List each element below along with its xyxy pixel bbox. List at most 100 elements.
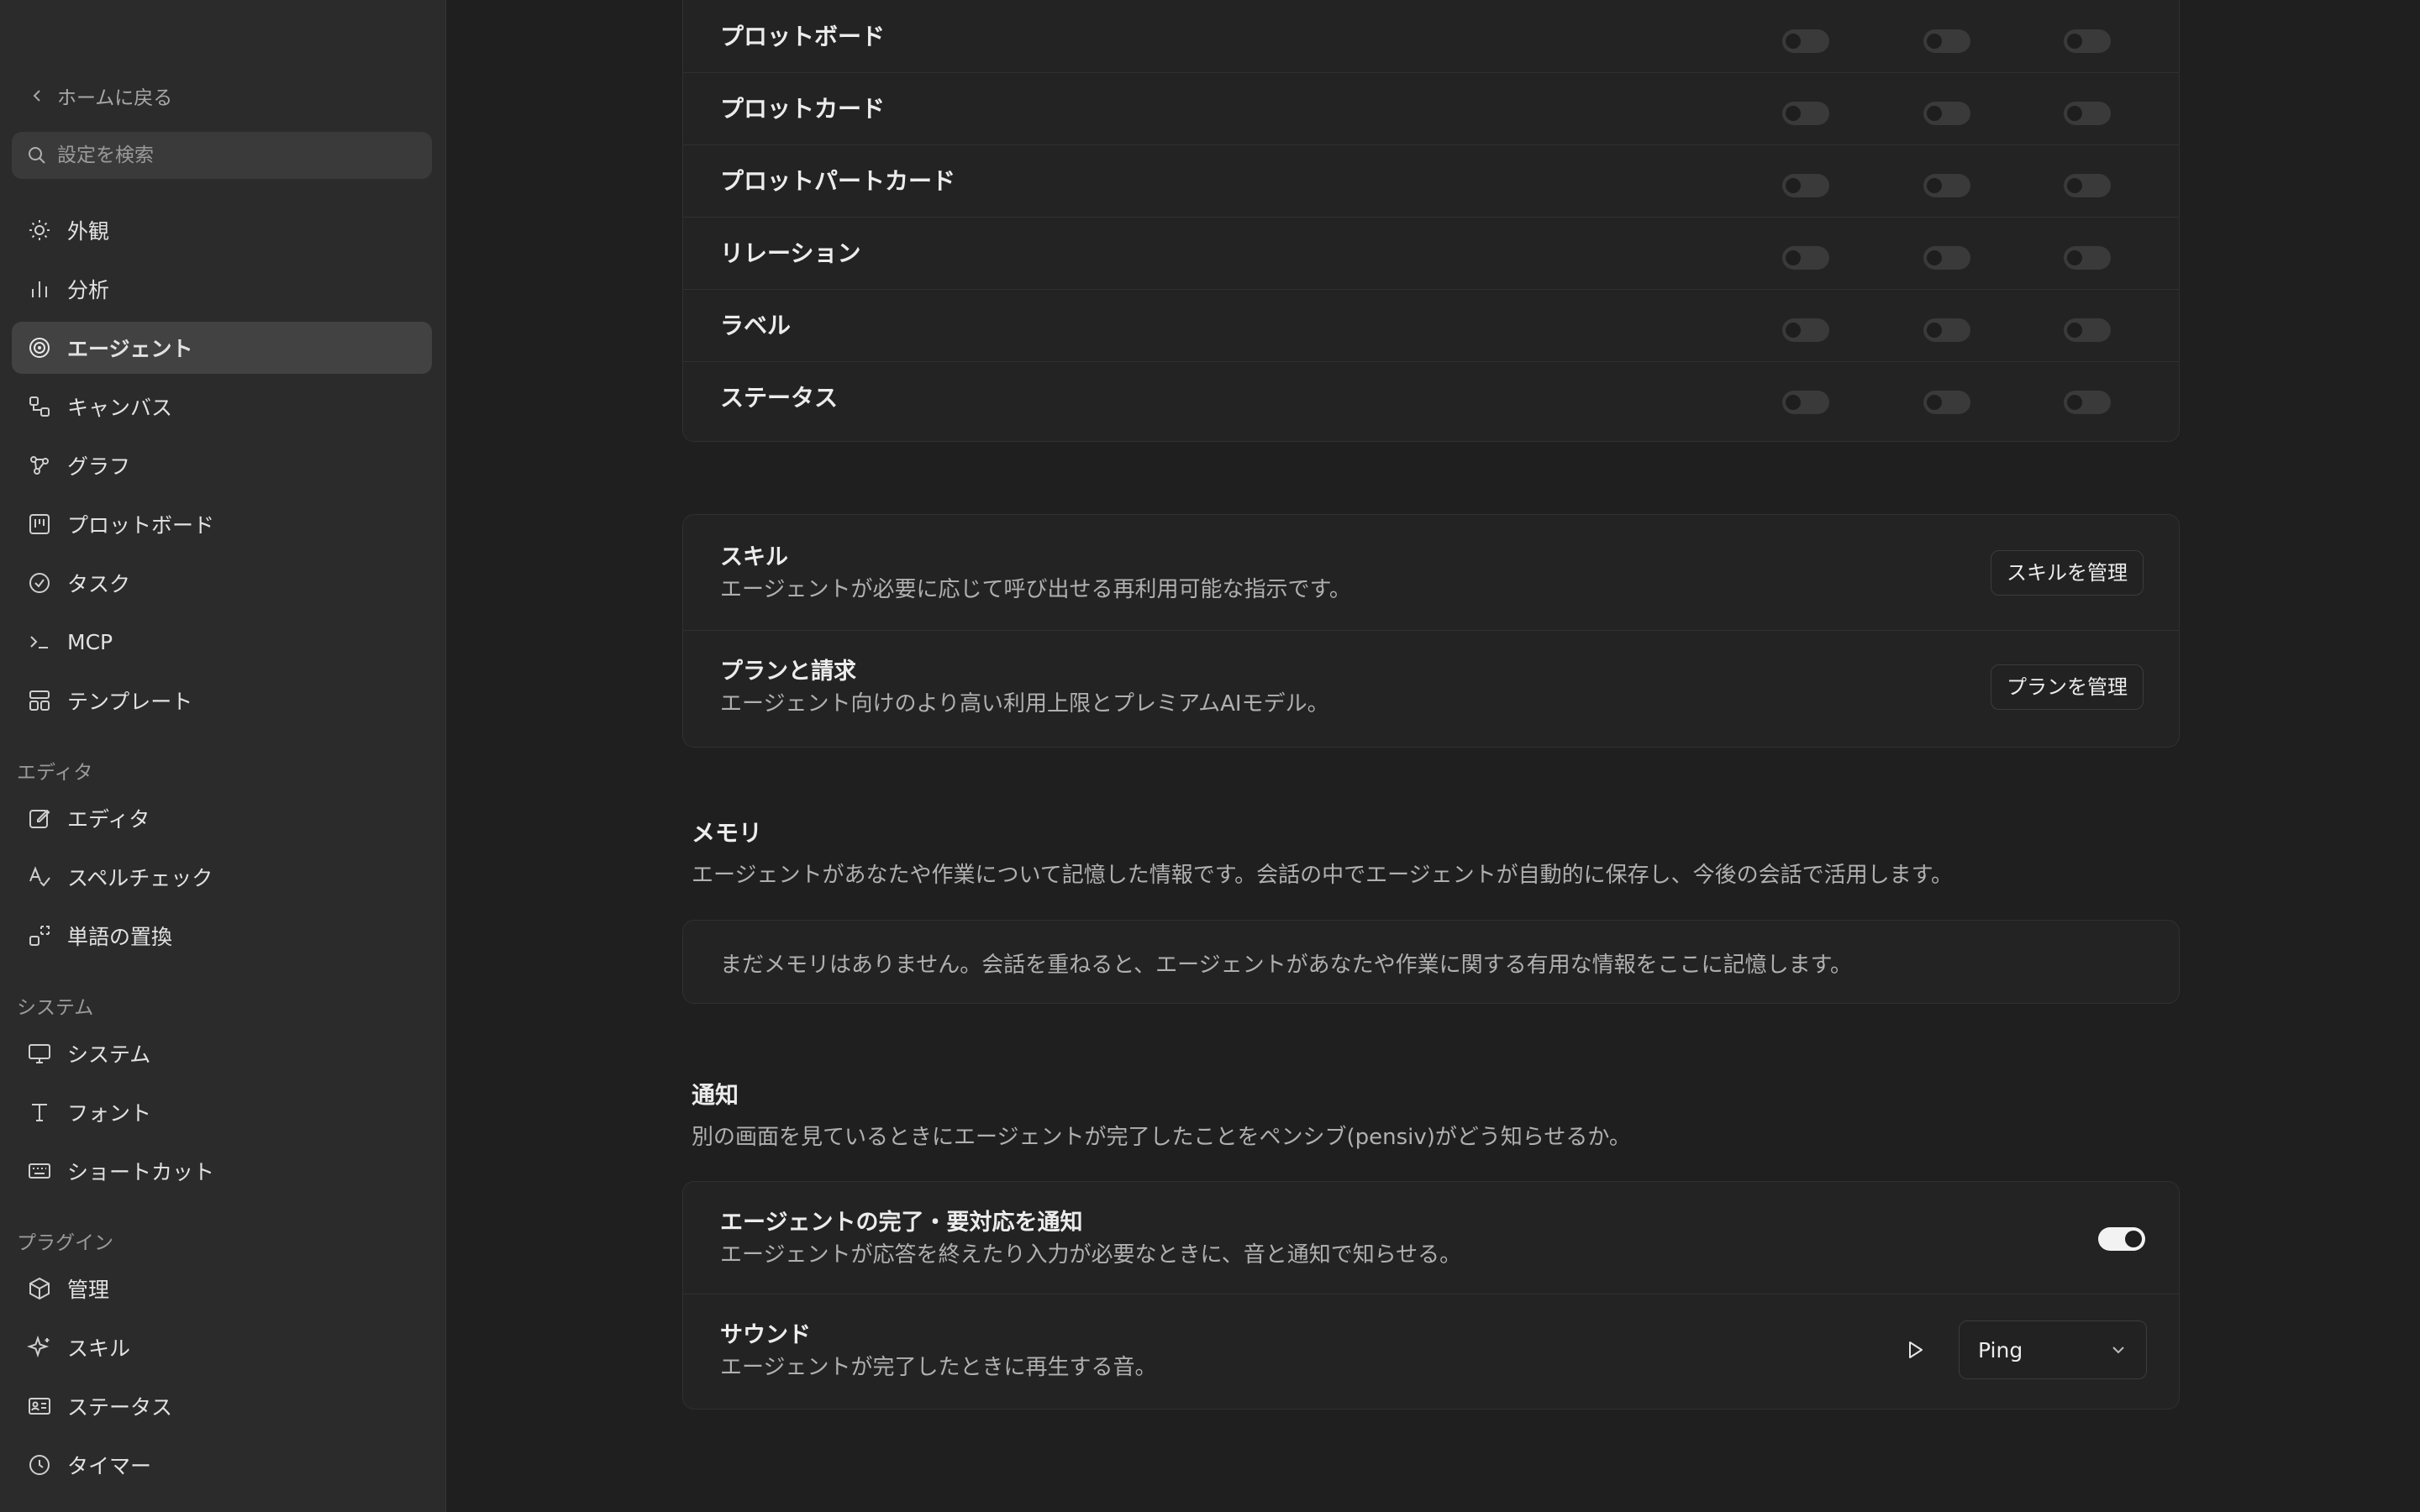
memory-empty-text: まだメモリはありません。会話を重ねると、エージェントがあなたや作業に関する有用な… (720, 953, 1853, 978)
permission-toggle[interactable] (2064, 102, 2111, 125)
sidebar-item-label: タイマー (67, 1454, 152, 1478)
sidebar-item-mcp[interactable]: MCP (12, 616, 432, 668)
plan-description: エージェント向けのより高い利用上限とプレミアムAIモデル。 (720, 691, 1329, 717)
sidebar-item-label: 外観 (67, 219, 110, 244)
plan-title: プランと請求 (720, 659, 856, 685)
notifications-title: 通知 (692, 1081, 739, 1109)
template-icon (29, 690, 50, 711)
sidebar-item-editor[interactable]: エディタ (12, 792, 432, 844)
memory-description: エージェントがあなたや作業について記憶した情報です。会話の中でエージェントが自動… (692, 863, 1953, 888)
permission-toggle[interactable] (2064, 391, 2111, 414)
back-label: ホームに戻る (57, 87, 173, 109)
skills-plan-card: スキル エージェントが必要に応じて呼び出せる再利用可能な指示です。 スキルを管理… (682, 514, 2180, 748)
permission-toggle[interactable] (1782, 29, 1829, 53)
chevron-left-icon (33, 90, 40, 102)
sidebar-item-templates[interactable]: テンプレート (12, 675, 432, 727)
sidebar-item-status[interactable]: ステータス (12, 1380, 432, 1432)
permission-row: ステータス (683, 362, 2179, 434)
permission-toggle[interactable] (1923, 246, 1970, 270)
play-icon[interactable] (1903, 1338, 1927, 1362)
permission-label: プロットカード (720, 95, 886, 123)
keyboard-icon (29, 1163, 50, 1179)
notifications-card: エージェントの完了・要対応を通知 エージェントが応答を終えたり入力が必要なときに… (682, 1181, 2180, 1410)
sidebar-item-canvas[interactable]: キャンバス (12, 381, 432, 433)
memory-card: まだメモリはありません。会話を重ねると、エージェントがあなたや作業に関する有用な… (682, 920, 2180, 1004)
sidebar-item-manage[interactable]: 管理 (12, 1263, 432, 1315)
permission-toggle[interactable] (1782, 246, 1829, 270)
sound-row: サウンド エージェントが完了したときに再生する音。 Ping (683, 1294, 2179, 1409)
monitor-icon (29, 1044, 50, 1063)
sidebar-item-label: プロットボード (67, 513, 215, 538)
permission-row: プロットボード (683, 1, 2179, 73)
permission-toggle[interactable] (2064, 29, 2111, 53)
permission-row: プロットカード (683, 73, 2179, 145)
permission-row: プロットパートカード (683, 145, 2179, 218)
notify-description: エージェントが応答を終えたり入力が必要なときに、音と通知で知らせる。 (720, 1242, 1462, 1268)
sidebar-item-agent[interactable]: エージェント (12, 322, 432, 374)
permission-row: リレーション (683, 218, 2179, 290)
permission-label: リレーション (720, 239, 861, 267)
sidebar-item-analytics[interactable]: 分析 (12, 263, 432, 315)
spellcheck-icon (29, 866, 50, 887)
check-circle-icon (29, 573, 50, 593)
sound-select[interactable]: Ping (1959, 1320, 2147, 1379)
settings-search[interactable] (12, 132, 432, 179)
sparkle-icon (27, 1335, 50, 1358)
sidebar-item-skills[interactable]: スキル (12, 1321, 432, 1373)
sidebar-item-plotboard[interactable]: プロットボード (12, 498, 432, 550)
notify-toggle[interactable] (2098, 1227, 2145, 1251)
sidebar: ホームに戻る 外観 分析 エージェント キャンバス グラフ プロットボード タス… (0, 0, 446, 1512)
sidebar-item-system[interactable]: システム (12, 1027, 432, 1079)
sidebar-item-spellcheck[interactable]: スペルチェック (12, 851, 432, 903)
sound-description: エージェントが完了したときに再生する音。 (720, 1355, 1157, 1380)
permission-toggle[interactable] (1923, 29, 1970, 53)
permission-label: プロットボード (720, 23, 886, 50)
permission-toggle[interactable] (1782, 174, 1829, 197)
sound-select-value: Ping (1978, 1337, 2023, 1362)
sidebar-item-label: MCP (67, 629, 113, 654)
sidebar-item-word-replace[interactable]: 単語の置換 (12, 910, 432, 962)
skills-row: スキル エージェントが必要に応じて呼び出せる再利用可能な指示です。 スキルを管理 (683, 515, 2179, 631)
sidebar-item-label: スキル (67, 1336, 131, 1361)
sidebar-item-graph[interactable]: グラフ (12, 439, 432, 491)
permission-toggle[interactable] (1923, 174, 1970, 197)
permission-toggle[interactable] (1923, 318, 1970, 342)
permission-toggle[interactable] (1923, 102, 1970, 125)
notify-title: エージェントの完了・要対応を通知 (720, 1210, 1083, 1236)
sidebar-item-label: スペルチェック (67, 866, 213, 890)
permission-toggle[interactable] (1782, 318, 1829, 342)
skills-title: スキル (720, 544, 788, 570)
permission-toggle[interactable] (1782, 391, 1829, 414)
font-icon (32, 1104, 47, 1121)
back-to-home-link[interactable]: ホームに戻る (29, 81, 172, 111)
package-icon (29, 1277, 50, 1300)
permission-toggle[interactable] (1782, 102, 1829, 125)
search-input[interactable] (57, 144, 410, 166)
permission-row: ラベル (683, 290, 2179, 362)
group-label-system: システム (17, 997, 94, 1019)
board-icon (29, 514, 50, 534)
permission-label: ステータス (720, 384, 839, 412)
sidebar-item-label: エージェント (67, 337, 193, 361)
manage-skills-button[interactable]: スキルを管理 (1991, 550, 2144, 596)
sidebar-item-timer[interactable]: タイマー (12, 1439, 432, 1491)
sidebar-item-tasks[interactable]: タスク (12, 557, 432, 609)
sidebar-item-font[interactable]: フォント (12, 1086, 432, 1138)
permission-toggle[interactable] (2064, 318, 2111, 342)
terminal-icon (30, 636, 48, 648)
sidebar-item-appearance[interactable]: 外観 (12, 204, 432, 256)
canvas-icon (29, 396, 50, 417)
sidebar-item-label: グラフ (67, 454, 131, 479)
memory-title: メモリ (692, 819, 763, 847)
manage-plan-button[interactable]: プランを管理 (1991, 664, 2144, 710)
permission-toggle[interactable] (2064, 174, 2111, 197)
sidebar-item-label: 分析 (67, 278, 110, 302)
edit-icon (29, 809, 50, 828)
notifications-description: 別の画面を見ているときにエージェントが完了したことをペンシブ(pensiv)がど… (692, 1125, 1631, 1150)
permission-toggle[interactable] (1923, 391, 1970, 414)
sidebar-item-shortcuts[interactable]: ショートカット (12, 1145, 432, 1197)
permission-toggle[interactable] (2064, 246, 2111, 270)
sidebar-item-label: エディタ (67, 807, 150, 832)
group-label-editor: エディタ (17, 762, 93, 784)
replace-icon (29, 926, 50, 946)
